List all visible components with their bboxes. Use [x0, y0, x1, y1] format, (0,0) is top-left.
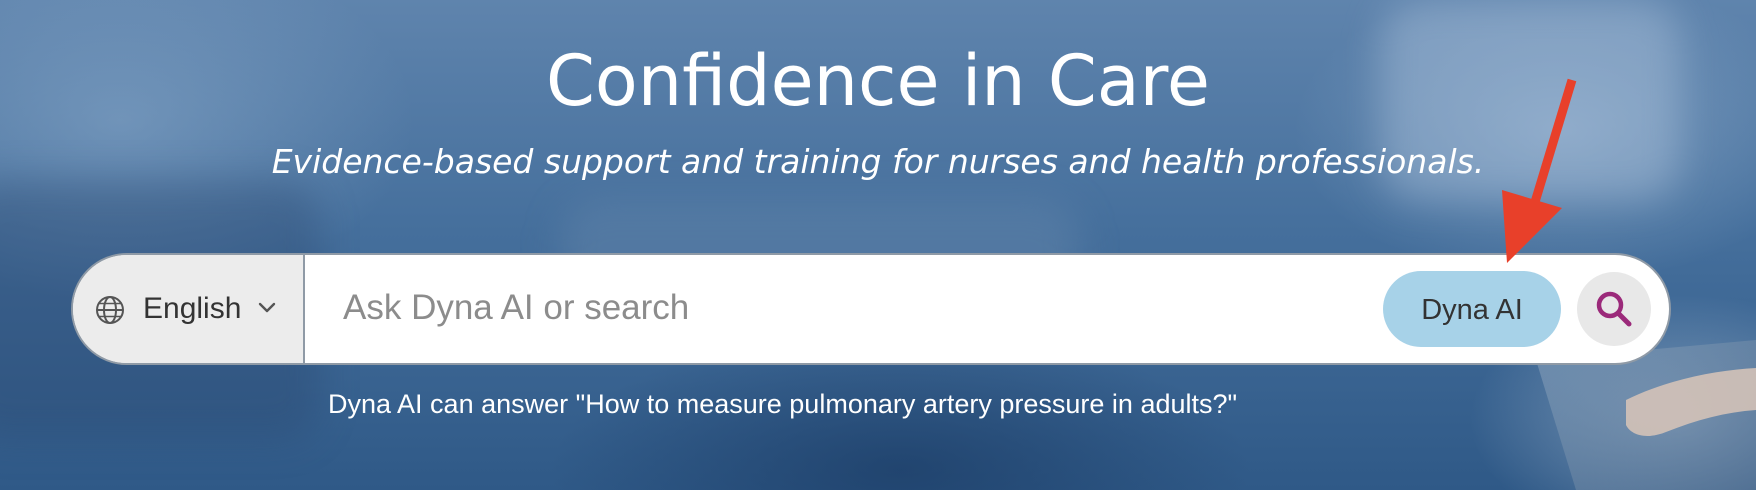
- chevron-down-icon: [258, 302, 276, 313]
- language-selector[interactable]: English: [73, 255, 305, 363]
- language-label: English: [143, 292, 242, 325]
- hero-banner: Confidence in Care Evidence-based suppor…: [0, 0, 1756, 490]
- red-arrow-icon: [1502, 78, 1577, 263]
- dyna-ai-button[interactable]: Dyna AI: [1383, 271, 1561, 347]
- search-icon: [1596, 291, 1632, 327]
- dyna-ai-hint: Dyna AI can answer "How to measure pulmo…: [328, 389, 1238, 419]
- search-bar: English Dyna AI: [71, 253, 1671, 365]
- search-button[interactable]: [1577, 272, 1651, 346]
- search-input[interactable]: [323, 275, 1343, 341]
- globe-icon: [96, 296, 124, 324]
